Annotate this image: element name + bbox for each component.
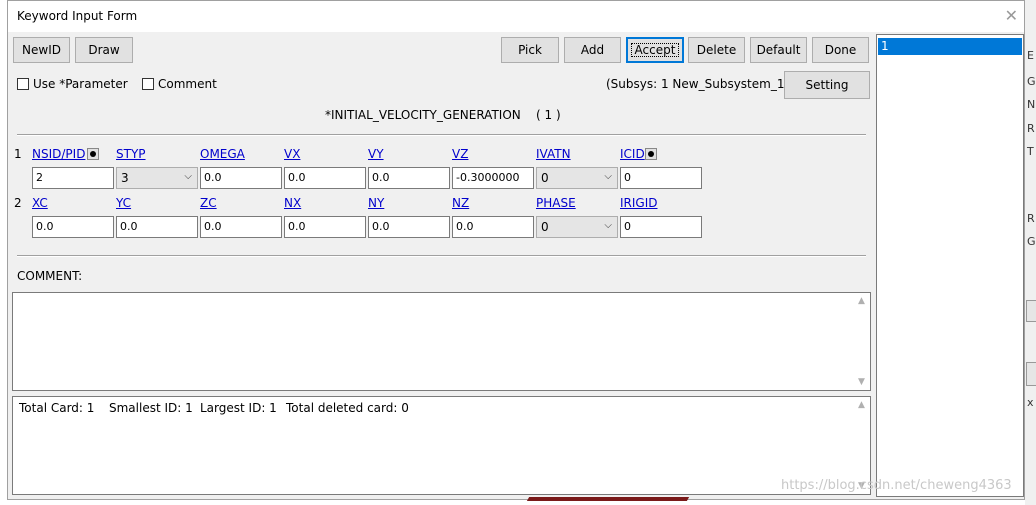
select-value: 3 — [121, 171, 129, 185]
scroll-up-icon[interactable]: ▲ — [858, 400, 865, 410]
title-bar: Keyword Input Form ✕ — [8, 1, 1024, 32]
pick-button[interactable]: Pick — [501, 37, 559, 63]
input-vy[interactable]: 0.0 — [368, 167, 450, 189]
card-number: 2 — [14, 196, 22, 210]
field-label-nsid-pid[interactable]: NSID/PID — [32, 147, 85, 161]
add-button[interactable]: Add — [564, 37, 621, 63]
window-title: Keyword Input Form — [17, 9, 138, 23]
input-nsid-pid[interactable]: 2 — [32, 167, 114, 189]
comment-scrollbar[interactable]: ▲ ▼ — [854, 293, 870, 390]
smallest-id-text: Smallest ID: 1 — [109, 401, 193, 415]
field-label-xc[interactable]: XC — [32, 196, 48, 210]
field-label-phase[interactable]: PHASE — [536, 196, 576, 210]
input-yc[interactable]: 0.0 — [116, 216, 198, 238]
comment-checkbox[interactable] — [142, 78, 154, 90]
use-parameter-label: Use *Parameter — [33, 77, 128, 91]
field-label-zc[interactable]: ZC — [200, 196, 217, 210]
accept-button-label: Accept — [630, 43, 680, 57]
status-textarea[interactable]: Total Card: 1 Smallest ID: 1 Largest ID:… — [12, 396, 871, 495]
field-label-ny[interactable]: NY — [368, 196, 384, 210]
delete-button[interactable]: Delete — [688, 37, 745, 63]
draw-button[interactable]: Draw — [75, 37, 133, 63]
watermark: https://blog.csdn.net/cheweng4363 — [781, 478, 1012, 493]
input-nz[interactable]: 0.0 — [452, 216, 534, 238]
default-button[interactable]: Default — [750, 37, 807, 63]
total-deleted-text: Total deleted card: 0 — [286, 401, 409, 415]
field-label-vy[interactable]: VY — [368, 147, 384, 161]
scroll-down-icon[interactable]: ▼ — [858, 377, 865, 387]
keyword-title: *INITIAL_VELOCITY_GENERATION — [325, 108, 521, 122]
field-label-vz[interactable]: VZ — [452, 147, 468, 161]
separator-bottom — [17, 255, 866, 257]
background-red-line — [526, 497, 690, 501]
input-nx[interactable]: 0.0 — [284, 216, 366, 238]
done-button[interactable]: Done — [812, 37, 869, 63]
comment-checkbox-label: Comment — [158, 77, 217, 91]
keyword-count: ( 1 ) — [536, 108, 561, 122]
select-phase[interactable]: 0 ⌵ — [536, 216, 618, 238]
keyword-input-form-window: Keyword Input Form ✕ NewID Draw Pick Add… — [7, 0, 1025, 500]
total-card-text: Total Card: 1 — [19, 401, 95, 415]
chevron-down-icon[interactable]: ⌵ — [604, 220, 612, 231]
id-list[interactable]: 1 — [876, 34, 1024, 497]
pick-dot-icon[interactable] — [87, 148, 99, 160]
select-value: 0 — [541, 220, 549, 234]
field-label-omega[interactable]: OMEGA — [200, 147, 245, 161]
separator-top — [17, 134, 866, 136]
newid-button[interactable]: NewID — [13, 37, 70, 63]
input-zc[interactable]: 0.0 — [200, 216, 282, 238]
input-vx[interactable]: 0.0 — [284, 167, 366, 189]
chevron-down-icon[interactable]: ⌵ — [604, 171, 612, 182]
comment-label: COMMENT: — [17, 269, 83, 283]
input-ny[interactable]: 0.0 — [368, 216, 450, 238]
comment-textarea[interactable]: ▲ ▼ — [12, 292, 871, 391]
chevron-down-icon[interactable]: ⌵ — [184, 171, 192, 182]
scroll-up-icon[interactable]: ▲ — [858, 296, 865, 306]
pick-dot-icon[interactable] — [645, 148, 657, 160]
field-label-styp[interactable]: STYP — [116, 147, 146, 161]
input-irigid[interactable]: 0 — [620, 216, 702, 238]
field-label-ivatn[interactable]: IVATN — [536, 147, 571, 161]
field-label-nx[interactable]: NX — [284, 196, 301, 210]
setting-button[interactable]: Setting — [784, 71, 870, 99]
subsystem-label: (Subsys: 1 New_Subsystem_1) — [606, 77, 790, 91]
input-xc[interactable]: 0.0 — [32, 216, 114, 238]
select-styp[interactable]: 3 ⌵ — [116, 167, 198, 189]
field-label-irigid[interactable]: IRIGID — [620, 196, 658, 210]
input-vz[interactable]: -0.3000000 — [452, 167, 534, 189]
field-label-icid[interactable]: ICID — [620, 147, 645, 161]
select-value: 0 — [541, 171, 549, 185]
card-number: 1 — [14, 147, 22, 161]
field-label-nz[interactable]: NZ — [452, 196, 469, 210]
accept-button[interactable]: Accept — [626, 37, 684, 63]
select-ivatn[interactable]: 0 ⌵ — [536, 167, 618, 189]
field-label-yc[interactable]: YC — [116, 196, 131, 210]
largest-id-text: Largest ID: 1 — [200, 401, 277, 415]
close-icon[interactable]: ✕ — [1005, 6, 1018, 25]
id-list-item-selected[interactable]: 1 — [878, 38, 1022, 55]
background-application-edge: E G N R T R G x — [1025, 0, 1036, 505]
input-omega[interactable]: 0.0 — [200, 167, 282, 189]
input-icid[interactable]: 0 — [620, 167, 702, 189]
use-parameter-checkbox[interactable] — [17, 78, 29, 90]
field-label-vx[interactable]: VX — [284, 147, 300, 161]
